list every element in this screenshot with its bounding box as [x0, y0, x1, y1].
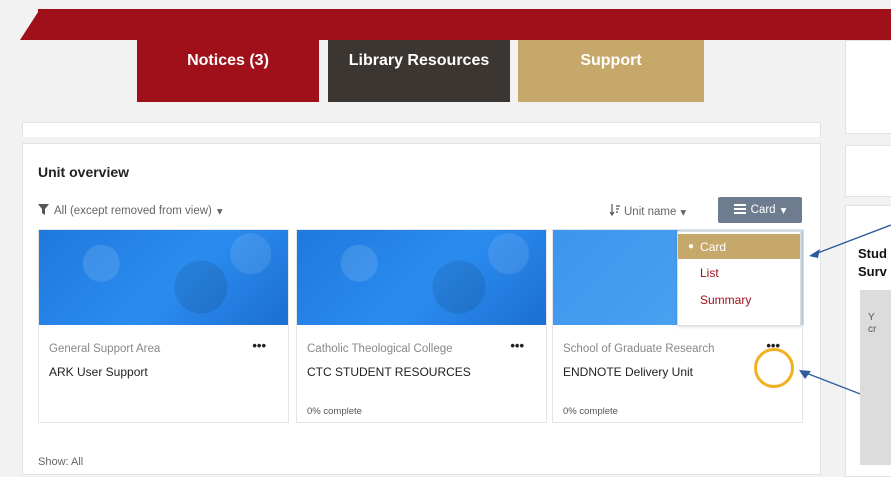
menu-item-list-label: List [700, 265, 719, 280]
unit-card-category: Catholic Theological College [307, 343, 453, 355]
menu-item-summary[interactable]: Summary [678, 287, 800, 312]
show-filter[interactable]: Show: All [38, 456, 83, 468]
tab-library-resources[interactable]: Library Resources [328, 40, 510, 102]
more-dots-icon[interactable]: ••• [252, 338, 266, 353]
sort-icon [609, 204, 620, 219]
menu-item-card-label: Card [700, 239, 727, 254]
tab-support[interactable]: Support [518, 40, 704, 102]
tab-notices-label: Notices (3) [187, 52, 269, 69]
sort-label: Unit name [624, 205, 677, 218]
right-top-panel [845, 40, 891, 134]
unit-card-category: General Support Area [49, 343, 161, 355]
unit-card-image [553, 230, 678, 325]
unit-overview-title: Unit overview [38, 164, 130, 180]
more-dots-icon[interactable]: ••• [510, 338, 524, 353]
unit-card-category: School of Graduate Research [563, 343, 715, 355]
tab-support-label: Support [580, 52, 642, 69]
tab-library-label: Library Resources [348, 52, 490, 69]
view-mode-dropdown-menu: ● Card List Summary [677, 231, 801, 326]
view-mode-button[interactable]: Card ▾ [718, 197, 802, 223]
banner-slant [20, 9, 40, 40]
bullet-icon: ● [688, 241, 695, 252]
view-mode-label: Card [750, 204, 776, 216]
right-panel-small1: Y [868, 312, 875, 323]
unit-card-progress: 0% complete [307, 406, 362, 417]
unit-card-name[interactable]: ARK User Support [49, 365, 148, 379]
card-view-icon [733, 203, 746, 217]
top-banner [0, 0, 891, 40]
tab-notices[interactable]: Notices (3) [137, 40, 319, 102]
unit-card-image [297, 230, 546, 325]
unit-card[interactable]: Catholic Theological College ••• CTC STU… [296, 229, 547, 423]
top-strip-panel [22, 122, 821, 137]
filter-icon [38, 204, 49, 218]
chevron-down-icon: ▾ [680, 206, 687, 219]
unit-card-progress: 0% complete [563, 406, 618, 417]
right-middle-panel [845, 145, 891, 197]
highlight-circle [754, 348, 794, 388]
right-panel-small2: cr [868, 324, 877, 335]
filter-label: All (except removed from view) [54, 205, 212, 217]
menu-item-list[interactable]: List [678, 260, 800, 285]
sort-dropdown[interactable]: Unit name ▾ [609, 204, 687, 219]
right-panel-line1: Stud [858, 246, 887, 261]
right-panel-line2: Surv [858, 264, 887, 279]
filter-dropdown[interactable]: All (except removed from view) ▾ [38, 204, 223, 218]
unit-card-name[interactable]: CTC STUDENT RESOURCES [307, 365, 471, 379]
unit-card-name[interactable]: ENDNOTE Delivery Unit [563, 365, 693, 379]
menu-item-summary-label: Summary [700, 292, 752, 307]
banner-red [38, 9, 891, 40]
unit-card[interactable]: General Support Area ••• ARK User Suppor… [38, 229, 289, 423]
menu-item-card[interactable]: ● Card [678, 234, 800, 259]
chevron-down-icon: ▾ [216, 206, 223, 218]
chevron-down-icon: ▾ [780, 205, 787, 217]
unit-card-image [39, 230, 288, 325]
right-panel-box [860, 290, 891, 465]
